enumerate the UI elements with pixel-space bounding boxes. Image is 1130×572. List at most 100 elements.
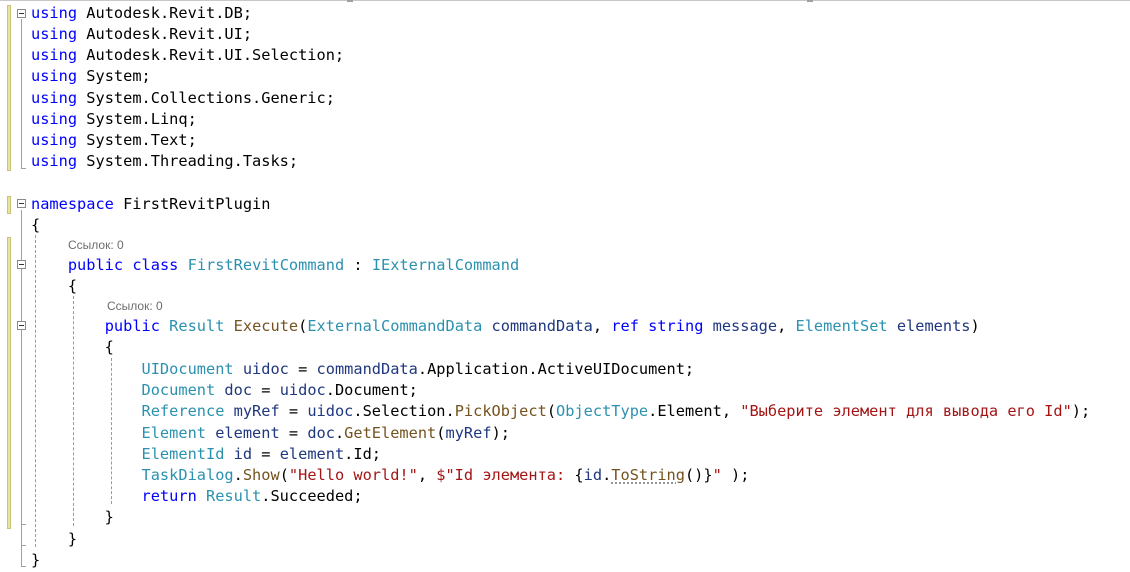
- code-token-type: ElementId: [141, 445, 225, 463]
- code-editor[interactable]: Ссылок: 0 Ссылок: 0 using Autodesk.Revit…: [0, 0, 1130, 572]
- code-line[interactable]: Element element = doc.GetElement(myRef);: [31, 423, 510, 444]
- code-token-plain: }: [31, 530, 78, 548]
- code-token-type: TaskDialog: [141, 466, 234, 484]
- code-token-string: "Выберите элемент для вывода его Id": [740, 402, 1072, 420]
- collapse-namespace-toggle[interactable]: [17, 199, 26, 208]
- code-token-plain: }: [703, 466, 713, 484]
- outline-end: [21, 168, 26, 169]
- code-line[interactable]: ElementId id = element.Id;: [31, 444, 381, 465]
- code-token-plain: );: [491, 424, 510, 442]
- editor-top-border: [0, 0, 1130, 1]
- collapse-method-toggle[interactable]: [17, 321, 26, 330]
- code-token-keyword: string: [648, 317, 704, 335]
- code-line[interactable]: using Autodesk.Revit.UI;: [31, 24, 252, 45]
- code-token-identifier: message: [712, 317, 778, 335]
- code-token-type: IExternalCommand: [371, 256, 520, 274]
- codelens-references[interactable]: Ссылок: 0: [68, 236, 124, 254]
- code-token-type: Reference: [141, 402, 225, 420]
- code-line[interactable]: using Autodesk.Revit.UI.Selection;: [31, 45, 344, 66]
- code-line[interactable]: return Result.Succeeded;: [31, 486, 363, 507]
- code-token-plain: .: [334, 424, 345, 442]
- code-line[interactable]: Reference myRef = uidoc.Selection.PickOb…: [31, 401, 1091, 422]
- code-line[interactable]: {: [31, 215, 40, 236]
- code-line[interactable]: }: [31, 550, 40, 571]
- code-token-type: ExternalCommandData: [307, 317, 483, 335]
- code-token-keyword: using: [31, 152, 78, 170]
- code-token-keyword: using: [31, 89, 78, 107]
- code-token-identifier: element: [279, 445, 345, 463]
- codelens-references[interactable]: Ссылок: 0: [107, 297, 163, 315]
- code-line[interactable]: using System.Linq;: [31, 109, 197, 130]
- code-token-identifier: id: [233, 445, 253, 463]
- code-line[interactable]: public Result Execute(ExternalCommandDat…: [31, 316, 980, 337]
- outline-end: [21, 545, 26, 546]
- code-line[interactable]: using System.Threading.Tasks;: [31, 151, 298, 172]
- code-token-identifier: elements: [896, 317, 971, 335]
- outline-end: [21, 566, 26, 567]
- code-line[interactable]: UIDocument uidoc = commandData.Applicati…: [31, 359, 695, 380]
- code-token-plain: }: [31, 551, 41, 569]
- code-token-plain: );: [721, 466, 750, 484]
- code-token-type: Element: [141, 424, 206, 442]
- code-token-plain: =: [252, 381, 280, 399]
- change-margin-bar: [7, 196, 11, 214]
- code-token-identifier: doc: [307, 424, 335, 442]
- code-token-plain: ): [970, 317, 980, 335]
- code-token-plain: =: [279, 402, 308, 420]
- code-token-keyword: class: [132, 256, 179, 274]
- code-line[interactable]: public class FirstRevitCommand : IExtern…: [31, 255, 519, 276]
- code-token-plain: .Element,: [648, 402, 741, 420]
- code-token-keyword: public: [67, 256, 124, 274]
- code-token-type: Document: [141, 381, 216, 399]
- code-line[interactable]: }: [31, 529, 77, 550]
- code-line[interactable]: }: [31, 507, 114, 528]
- code-token-keyword: using: [31, 131, 78, 149]
- code-line[interactable]: TaskDialog.Show("Hello world!", $"Id эле…: [31, 465, 750, 486]
- code-token-plain: .: [602, 466, 612, 484]
- collapse-class-toggle[interactable]: [17, 260, 26, 269]
- code-line[interactable]: using Autodesk.Revit.DB;: [31, 3, 252, 24]
- code-token-plain: );: [1071, 402, 1091, 420]
- code-token-identifier: commandData: [491, 317, 593, 335]
- code-token-identifier: myRef: [445, 424, 492, 442]
- code-token-string: $"Id элемента:: [436, 466, 575, 484]
- code-line[interactable]: {: [31, 276, 77, 297]
- code-token-keyword: using: [31, 46, 78, 64]
- code-token-plain: Autodesk.Revit.UI;: [77, 25, 253, 43]
- code-token-plain: System;: [77, 67, 151, 85]
- code-line[interactable]: namespace FirstRevitPlugin: [31, 194, 270, 215]
- code-line[interactable]: Document doc = uidoc.Document;: [31, 380, 418, 401]
- code-token-plain: .Succeeded;: [261, 487, 363, 505]
- code-line[interactable]: using System.Collections.Generic;: [31, 88, 335, 109]
- code-line[interactable]: using System;: [31, 66, 151, 87]
- code-token-plain: {: [31, 277, 78, 295]
- code-token-keyword: using: [31, 67, 78, 85]
- code-token-method: ToString: [611, 466, 685, 484]
- code-line[interactable]: {: [31, 337, 114, 358]
- scroll-marker: [807, 0, 813, 2]
- code-token-plain: {: [574, 466, 584, 484]
- code-line[interactable]: using System.Text;: [31, 130, 197, 151]
- code-token-plain: Autodesk.Revit.UI.Selection;: [77, 46, 345, 64]
- code-token-identifier: doc: [224, 381, 253, 399]
- code-token-type: UIDocument: [141, 360, 234, 378]
- change-margin-bar: [7, 237, 11, 529]
- change-margin-bar: [7, 5, 11, 171]
- code-token-plain: .: [233, 466, 243, 484]
- code-token-plain: }: [31, 508, 114, 526]
- code-token-method: PickObject: [454, 402, 547, 420]
- collapse-usings-toggle[interactable]: [17, 9, 26, 18]
- code-token-plain: ,: [417, 466, 437, 484]
